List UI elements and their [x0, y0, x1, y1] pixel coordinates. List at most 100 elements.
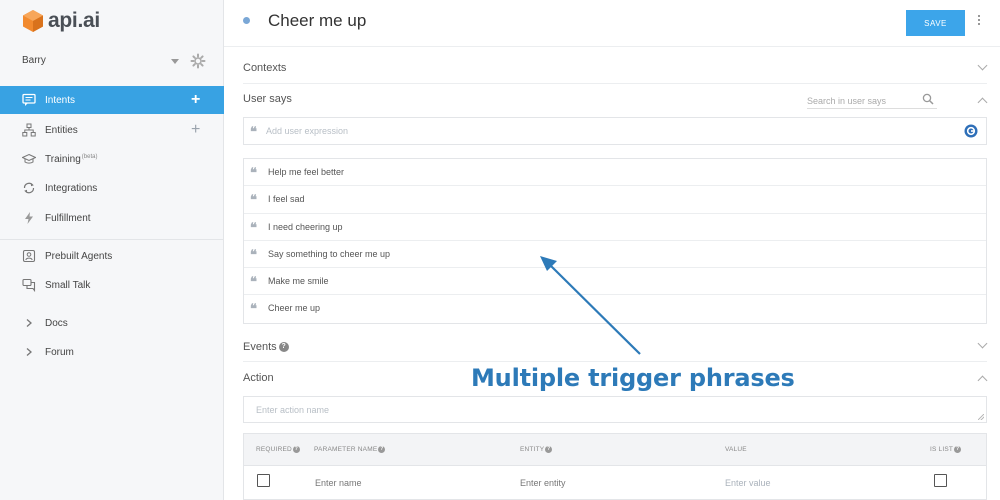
user-expression-input[interactable] [266, 123, 946, 139]
status-dot-icon [243, 17, 250, 24]
action-section-title[interactable]: Action [243, 372, 274, 384]
chat-icon [22, 93, 36, 106]
agent-icon [22, 249, 36, 263]
sidebar-item-prebuilt-agents[interactable]: Prebuilt Agents [0, 242, 224, 270]
sidebar-item-label: Intents [45, 95, 76, 106]
chevron-up-icon[interactable] [977, 97, 988, 108]
chevron-right-icon [26, 319, 32, 327]
add-intent-button[interactable]: + [191, 92, 200, 108]
agent-selector[interactable]: Barry [0, 50, 224, 74]
column-header-value: VALUE [725, 446, 747, 453]
intent-title[interactable]: Cheer me up [268, 11, 366, 31]
table-header: REQUIRED? PARAMETER NAME? ENTITY? VALUE … [244, 434, 986, 466]
list-item[interactable]: ❝ Cheer me up [244, 295, 986, 322]
user-says-search [807, 91, 937, 109]
resize-handle-icon[interactable] [978, 414, 984, 420]
sidebar-item-label: Entities [45, 125, 78, 136]
section-divider [243, 83, 987, 84]
value-input[interactable] [725, 476, 915, 490]
user-says-text[interactable]: Say something to cheer me up [268, 249, 390, 259]
sidebar-item-label: Docs [45, 318, 68, 329]
sidebar-item-docs[interactable]: Docs [0, 309, 224, 337]
list-item[interactable]: ❝ Make me smile [244, 268, 986, 296]
user-says-list: ❝ Help me feel better ❝ I feel sad ❝ I n… [243, 158, 987, 324]
quote-icon: ❝ [250, 220, 257, 236]
section-divider [243, 361, 987, 362]
required-checkbox[interactable] [257, 474, 270, 487]
events-section-title[interactable]: Events? [243, 341, 289, 353]
search-icon[interactable] [922, 93, 934, 105]
annotation-label: Multiple trigger phrases [471, 364, 795, 392]
sync-icon [23, 182, 35, 194]
beta-badge: (beta) [81, 154, 98, 160]
sidebar: api.ai Barry Intents + Entities + Traini… [0, 0, 224, 500]
help-icon[interactable]: ? [292, 446, 300, 453]
sidebar-item-label: Fulfillment [45, 213, 91, 224]
graduation-cap-icon [22, 153, 36, 164]
intent-editor: Contexts User says ❝ ❝ Help me feel b [224, 47, 1000, 500]
sidebar-item-entities[interactable]: Entities + [0, 116, 224, 144]
sidebar-item-label: Prebuilt Agents [45, 251, 113, 262]
chat-bubbles-icon [22, 278, 36, 292]
action-name-input[interactable] [256, 403, 956, 417]
search-input[interactable] [807, 93, 917, 109]
sidebar-item-label: Forum [45, 347, 74, 358]
chevron-right-icon [26, 348, 32, 356]
chevron-up-icon[interactable] [977, 375, 988, 386]
save-button[interactable]: SAVE [906, 10, 965, 36]
help-icon[interactable]: ? [278, 342, 289, 353]
sidebar-item-label: Training(beta) [45, 154, 98, 165]
sidebar-item-small-talk[interactable]: Small Talk [0, 271, 224, 299]
user-says-text[interactable]: Cheer me up [268, 303, 320, 313]
logo-icon [23, 10, 43, 32]
sidebar-item-integrations[interactable]: Integrations [0, 174, 224, 202]
lightning-icon [25, 212, 33, 224]
entity-input[interactable] [520, 476, 710, 490]
column-header-required: REQUIRED? [256, 446, 300, 454]
sidebar-item-training[interactable]: Training(beta) [0, 145, 224, 173]
hierarchy-icon [22, 123, 36, 137]
column-header-is-list: IS LIST? [930, 446, 962, 454]
list-item[interactable]: ❝ Say something to cheer me up [244, 241, 986, 269]
sidebar-item-forum[interactable]: Forum [0, 338, 224, 366]
add-entity-button[interactable]: + [191, 122, 200, 138]
user-says-text[interactable]: I need cheering up [268, 222, 343, 232]
sidebar-item-label: Integrations [45, 183, 98, 194]
logo[interactable]: api.ai [22, 7, 100, 35]
sidebar-item-fulfillment[interactable]: Fulfillment [0, 204, 224, 232]
gear-icon[interactable] [190, 53, 206, 69]
sidebar-item-label: Small Talk [45, 280, 91, 291]
quote-icon: ❝ [250, 166, 257, 181]
help-icon[interactable]: ? [545, 446, 553, 453]
user-says-text[interactable]: Make me smile [268, 276, 329, 286]
agent-name: Barry [22, 55, 46, 66]
user-says-text[interactable]: I feel sad [268, 194, 305, 204]
chevron-down-icon[interactable] [977, 60, 988, 71]
chevron-down-icon[interactable] [977, 338, 988, 349]
contexts-section-title[interactable]: Contexts [243, 62, 286, 74]
quote-icon: ❝ [250, 193, 257, 209]
user-says-text[interactable]: Help me feel better [268, 167, 344, 177]
sidebar-item-intents[interactable]: Intents + [0, 86, 224, 114]
parameters-table: REQUIRED? PARAMETER NAME? ENTITY? VALUE … [243, 433, 987, 500]
action-name-field [243, 396, 987, 423]
help-icon[interactable]: ? [378, 446, 386, 453]
quote-icon: ❝ [250, 125, 257, 140]
list-item[interactable]: ❝ Help me feel better [244, 159, 986, 187]
quote-icon: ❝ [250, 247, 257, 263]
more-options-icon[interactable] [974, 13, 984, 33]
help-icon[interactable]: ? [954, 446, 962, 453]
google-assistant-icon[interactable] [964, 124, 978, 138]
chevron-down-icon[interactable] [171, 59, 179, 64]
list-item[interactable]: ❝ I feel sad [244, 186, 986, 214]
is-list-checkbox[interactable] [934, 474, 947, 487]
list-item[interactable]: ❝ I need cheering up [244, 214, 986, 241]
user-says-section-title[interactable]: User says [243, 93, 292, 105]
column-header-entity: ENTITY? [520, 446, 553, 454]
column-header-parameter-name: PARAMETER NAME? [314, 446, 386, 454]
intent-header: Cheer me up SAVE [224, 0, 1000, 47]
user-expression-field: ❝ [243, 117, 987, 145]
logo-text: api.ai [48, 9, 100, 32]
parameter-name-input[interactable] [315, 476, 505, 490]
quote-icon: ❝ [250, 302, 257, 318]
